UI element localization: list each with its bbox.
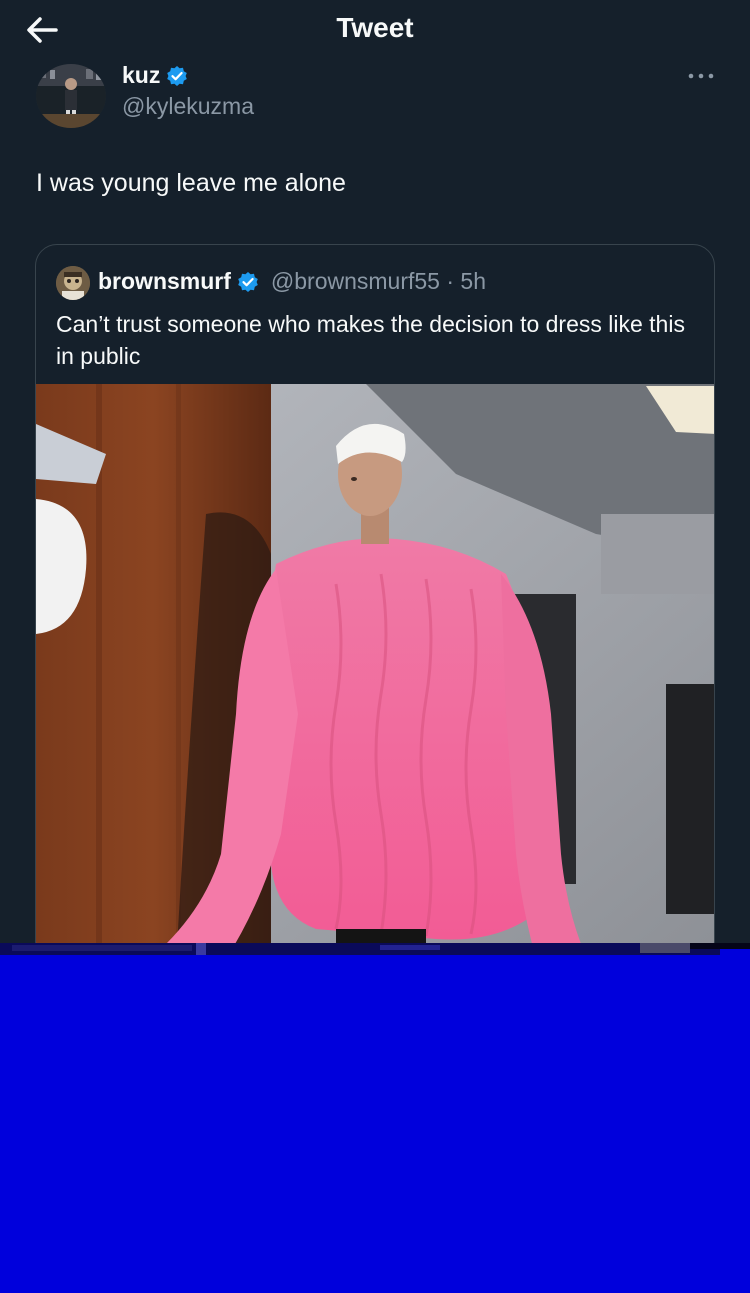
- author-handle[interactable]: @kylekuzma: [122, 93, 254, 120]
- quoted-author-avatar: [56, 266, 90, 300]
- photo-image: [36, 384, 714, 963]
- page-title: Tweet: [336, 12, 414, 43]
- author-avatar[interactable]: [36, 64, 106, 128]
- quoted-author-handle: @brownsmurf55: [270, 268, 440, 294]
- tweet-text: I was young leave me alone: [36, 169, 346, 197]
- quoted-avatar-image: [56, 266, 90, 300]
- meta-separator: ·: [446, 268, 455, 294]
- quoted-tweet-text: Can’t trust someone who makes the decisi…: [56, 311, 685, 369]
- more-options-button[interactable]: [684, 64, 718, 88]
- blue-overlay: [0, 958, 750, 1293]
- quoted-tweet-time: 5h: [460, 268, 487, 294]
- verified-badge-icon: [238, 271, 258, 292]
- avatar-image: [36, 64, 106, 128]
- quoted-author-name: brownsmurf: [98, 268, 231, 294]
- tweet-detail-screen: Tweet kuz @kylekuzma I was young leave m…: [0, 0, 750, 1293]
- verified-badge-icon: [167, 65, 188, 86]
- author-name-row[interactable]: kuz: [122, 62, 188, 89]
- quoted-tweet-card[interactable]: brownsmurf @brownsmurf55 · 5h Can’t trus…: [35, 244, 715, 964]
- top-bar: Tweet: [0, 0, 750, 60]
- quoted-tweet-photo[interactable]: [36, 384, 714, 963]
- more-horizontal-icon: [688, 73, 714, 79]
- author-name: kuz: [122, 62, 161, 88]
- quoted-tweet-header: brownsmurf @brownsmurf55 · 5h: [98, 268, 486, 295]
